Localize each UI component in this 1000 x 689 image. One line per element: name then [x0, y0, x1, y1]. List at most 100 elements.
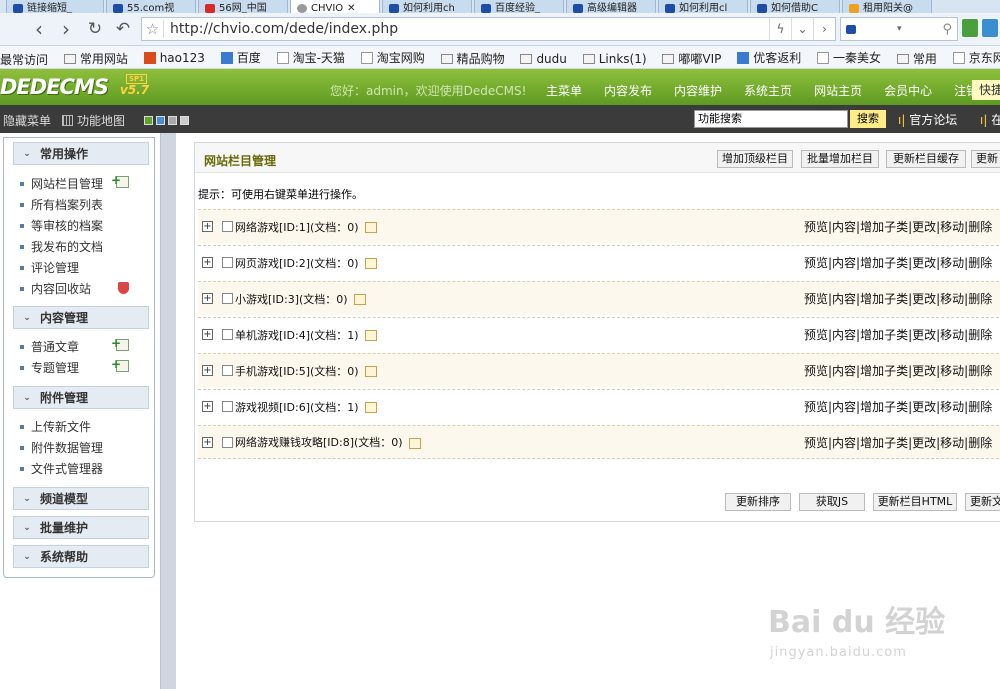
panel-splitter[interactable]	[160, 133, 176, 689]
refresh-icon[interactable]: ↻	[82, 17, 108, 41]
extension-icon[interactable]	[982, 19, 998, 37]
menu-member-center[interactable]: 会员中心	[884, 82, 932, 99]
browser-tab[interactable]: 链接缩短_	[6, 0, 104, 13]
category-row[interactable]: + 单机游戏[ID:4](文档：1) 预览|内容|增加子类|更改|移动|删除	[198, 317, 1000, 351]
sidebar-item-comments[interactable]: 评论管理	[20, 259, 79, 276]
category-checkbox[interactable]	[222, 257, 233, 268]
browser-tab-active[interactable]: CHVIO ✕	[290, 0, 380, 13]
bookmark[interactable]: 京东网上	[952, 46, 1000, 68]
category-ops[interactable]: 预览|内容|增加子类|更改|移动|删除	[804, 362, 992, 379]
expand-icon[interactable]: +	[202, 221, 213, 232]
bookmark[interactable]: hao123	[143, 46, 205, 68]
category-ops[interactable]: 预览|内容|增加子类|更改|移动|删除	[804, 326, 992, 343]
edit-icon[interactable]	[408, 437, 421, 449]
edit-icon[interactable]	[364, 258, 377, 269]
sidebar-item-file-manager[interactable]: 文件式管理器	[20, 460, 103, 477]
sidebar-item-my-docs[interactable]: 我发布的文档	[20, 238, 103, 255]
browser-tab[interactable]: 55.com视	[106, 0, 196, 13]
browser-tab[interactable]: 百度经验_	[474, 0, 564, 13]
category-row[interactable]: + 网络游戏[ID:1](文档：0) 预览|内容|增加子类|更改|移动|删除	[198, 209, 1000, 243]
function-search-input[interactable]: 功能搜索	[694, 110, 848, 128]
sidebar-item-upload[interactable]: 上传新文件	[20, 418, 91, 435]
update-button[interactable]: 更新	[971, 150, 1000, 168]
expand-icon[interactable]: +	[202, 329, 213, 340]
extension-icon[interactable]	[962, 19, 978, 37]
url-text[interactable]: http://chvio.com/dede/index.php	[164, 21, 769, 37]
bookmark[interactable]: 常用	[896, 47, 937, 68]
category-name[interactable]: 游戏视频[ID:6](文档：1)	[235, 399, 377, 415]
section-channel-model[interactable]: ⌄ 频道模型	[13, 487, 149, 510]
sidebar-item-topics[interactable]: 专题管理	[20, 359, 79, 376]
add-article-icon[interactable]	[111, 336, 129, 351]
category-row[interactable]: + 游戏视频[ID:6](文档：1) 预览|内容|增加子类|更改|移动|删除	[198, 389, 1000, 423]
section-batch[interactable]: ⌄ 批量维护	[13, 516, 149, 539]
add-topic-icon[interactable]	[111, 357, 129, 372]
expand-icon[interactable]: +	[202, 365, 213, 376]
browser-tab[interactable]: 高级编辑器	[566, 0, 656, 13]
sidebar-item-pending-docs[interactable]: 等审核的档案	[20, 217, 103, 234]
sidebar-item-category-manage[interactable]: 网站栏目管理	[20, 175, 103, 192]
section-common[interactable]: ⌄ 常用操作	[13, 142, 149, 165]
bookmark[interactable]: dudu	[520, 47, 567, 68]
forward-icon[interactable]: ›	[53, 17, 79, 41]
category-row[interactable]: + 网页游戏[ID:2](文档：0) 预览|内容|增加子类|更改|移动|删除	[198, 245, 1000, 279]
skin-green[interactable]	[144, 116, 153, 125]
bookmark[interactable]: 淘宝网购	[360, 46, 425, 68]
sidebar-item-articles[interactable]: 普通文章	[20, 338, 79, 355]
close-tab-icon[interactable]: ✕	[347, 4, 355, 14]
bookmark[interactable]: Links(1)	[582, 47, 647, 68]
category-ops[interactable]: 预览|内容|增加子类|更改|移动|删除	[804, 218, 992, 235]
update-cache-button[interactable]: 更新栏目缓存	[886, 150, 966, 168]
category-checkbox[interactable]	[222, 401, 233, 412]
category-checkbox[interactable]	[222, 221, 233, 232]
bookmark[interactable]: 常用网站	[63, 47, 128, 68]
edit-icon[interactable]	[364, 330, 377, 341]
category-name[interactable]: 单机游戏[ID:4](文档：1)	[235, 327, 377, 343]
update-sort-button[interactable]: 更新排序	[725, 493, 791, 511]
bookmark[interactable]: 精品购物	[440, 47, 505, 68]
batch-add-category-button[interactable]: 批量增加栏目	[801, 150, 879, 168]
search-engine-box[interactable]: ▾ ⚲	[840, 17, 958, 41]
category-name[interactable]: 小游戏[ID:3](文档：0)	[235, 291, 366, 307]
star-icon[interactable]: ☆	[142, 20, 164, 38]
browser-tab[interactable]: 租用阳关@	[842, 0, 932, 13]
function-map-link[interactable]: 功能地图	[62, 112, 125, 129]
browser-tab[interactable]: 如何利用ch	[382, 0, 472, 13]
expand-icon[interactable]: +	[202, 257, 213, 268]
category-row[interactable]: + 网络游戏赚钱攻略[ID:8](文档：0) 预览|内容|增加子类|更改|移动|…	[198, 425, 1000, 459]
sidebar-item-attachment-data[interactable]: 附件数据管理	[20, 439, 103, 456]
category-checkbox[interactable]	[222, 293, 233, 304]
expand-icon[interactable]: +	[202, 401, 213, 412]
hide-menu-link[interactable]: 隐藏菜单	[3, 112, 51, 129]
section-attachments[interactable]: ⌄ 附件管理	[13, 386, 149, 409]
bookmark[interactable]: 嘟嘟VIP	[662, 47, 721, 68]
add-category-icon[interactable]	[111, 173, 129, 188]
edit-icon[interactable]	[364, 222, 377, 233]
category-ops[interactable]: 预览|内容|增加子类|更改|移动|删除	[804, 290, 992, 307]
edit-icon[interactable]	[353, 294, 366, 305]
bookmark[interactable]: 优客返利	[737, 46, 801, 68]
search-icon[interactable]: ⚲	[942, 22, 952, 37]
category-ops[interactable]: 预览|内容|增加子类|更改|移动|删除	[804, 434, 992, 451]
get-js-button[interactable]: 获取JS	[799, 493, 865, 511]
category-name[interactable]: 网页游戏[ID:2](文档：0)	[235, 255, 377, 271]
skin-blue[interactable]	[156, 116, 165, 125]
edit-icon[interactable]	[364, 402, 377, 413]
category-ops[interactable]: 预览|内容|增加子类|更改|移动|删除	[804, 254, 992, 271]
category-checkbox[interactable]	[222, 365, 233, 376]
shield-icon[interactable]	[118, 282, 129, 294]
category-checkbox[interactable]	[222, 329, 233, 340]
browser-tab[interactable]: 如何利用cl	[658, 0, 748, 13]
extra-link[interactable]: ı| 在	[980, 111, 1000, 128]
update-docs-button[interactable]: 更新文	[965, 493, 1000, 511]
edit-icon[interactable]	[364, 366, 377, 377]
category-ops[interactable]: 预览|内容|增加子类|更改|移动|删除	[804, 398, 992, 415]
menu-system-home[interactable]: 系统主页	[744, 82, 792, 99]
back-icon[interactable]: ‹	[26, 17, 52, 41]
bookmark[interactable]: 最常访问	[0, 48, 48, 69]
category-name[interactable]: 网络游戏赚钱攻略[ID:8](文档：0)	[235, 434, 421, 450]
go-icon[interactable]: ›	[813, 18, 835, 40]
sidebar-item-recycle[interactable]: 内容回收站	[20, 280, 91, 297]
menu-site-home[interactable]: 网站主页	[814, 82, 862, 99]
url-bar[interactable]: ☆ http://chvio.com/dede/index.php ϟ ⌄ ›	[141, 17, 836, 41]
